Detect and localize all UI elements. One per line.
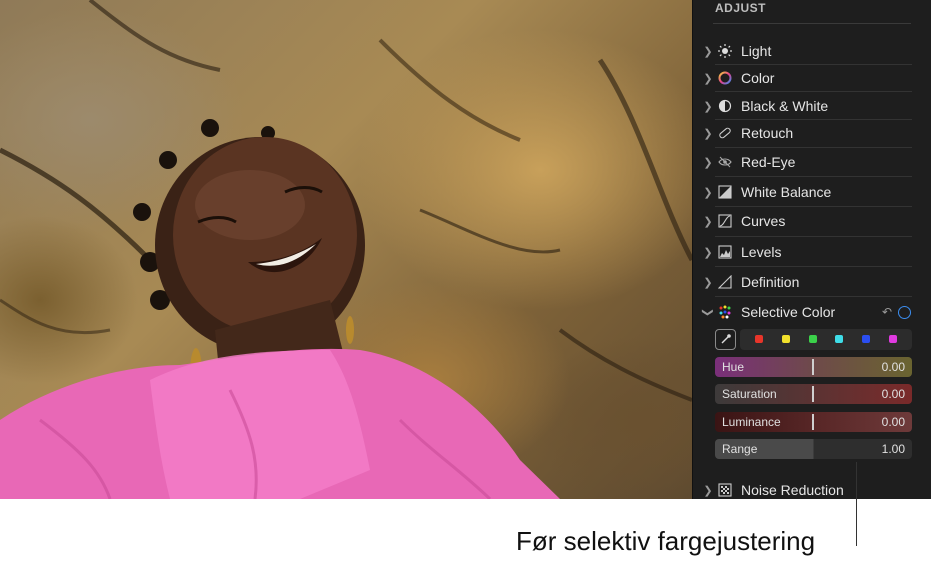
levels-icon <box>716 245 734 259</box>
undo-icon[interactable]: ↶ <box>882 305 892 319</box>
adjust-item-selective-color[interactable]: ❯ Selective Color <box>701 301 912 323</box>
range-slider[interactable]: Range 1.00 <box>715 439 912 459</box>
adjust-item-curves[interactable]: ❯ Curves <box>701 210 912 232</box>
slider-value: 0.00 <box>881 415 905 429</box>
adjust-panel: ADJUST ❯ Light ❯ Color ❯ Black & White ❯… <box>692 0 931 499</box>
half-circle-icon <box>716 99 734 113</box>
enable-toggle[interactable] <box>898 305 911 319</box>
adjust-item-retouch[interactable]: ❯ Retouch <box>701 122 912 144</box>
adjust-item-label: Levels <box>741 244 782 260</box>
adjust-item-label: Definition <box>741 274 800 290</box>
chevron-right-icon[interactable]: ❯ <box>701 127 715 140</box>
adjust-item-definition[interactable]: ❯ Definition <box>701 271 912 293</box>
bandage-icon <box>716 126 734 140</box>
chevron-down-icon[interactable]: ❯ <box>702 305 715 319</box>
eye-icon <box>716 155 734 169</box>
adjust-item-label: Noise Reduction <box>741 482 844 498</box>
callout-line <box>856 462 857 546</box>
adjust-item-label: Curves <box>741 213 786 229</box>
chevron-right-icon[interactable]: ❯ <box>701 72 715 85</box>
eyedropper-icon[interactable] <box>715 328 736 350</box>
divider <box>715 296 912 297</box>
slider-label: Hue <box>722 360 745 374</box>
swatch-blue[interactable] <box>861 335 870 343</box>
adjust-item-levels[interactable]: ❯ Levels <box>701 241 912 263</box>
divider <box>715 236 912 237</box>
chevron-right-icon[interactable]: ❯ <box>701 100 715 113</box>
saturation-slider[interactable]: Saturation 0.00 <box>715 384 912 404</box>
color-wheel-icon <box>716 71 734 85</box>
swatch-green[interactable] <box>808 335 817 343</box>
slider-handle[interactable] <box>812 414 814 430</box>
color-swatch-bar <box>715 328 912 350</box>
chevron-right-icon[interactable]: ❯ <box>701 246 715 259</box>
slider-value: 1.00 <box>881 442 905 456</box>
adjust-item-label: White Balance <box>741 184 832 200</box>
divider <box>715 64 912 65</box>
photo-canvas <box>0 0 692 499</box>
divider <box>715 147 912 148</box>
chevron-right-icon[interactable]: ❯ <box>701 186 715 199</box>
callout-caption: Før selektiv fargejustering <box>516 526 816 556</box>
adjust-item-label: Red-Eye <box>741 154 796 170</box>
noise-icon <box>716 483 734 497</box>
slider-handle[interactable] <box>812 359 814 375</box>
chevron-right-icon[interactable]: ❯ <box>701 156 715 169</box>
slider-label: Luminance <box>722 415 781 429</box>
sun-icon <box>716 44 734 58</box>
chevron-right-icon[interactable]: ❯ <box>701 276 715 289</box>
chevron-right-icon[interactable]: ❯ <box>701 215 715 228</box>
slider-value: 0.00 <box>881 360 905 374</box>
divider <box>715 119 912 120</box>
slider-label: Range <box>722 442 758 456</box>
adjust-item-label: Retouch <box>741 125 794 141</box>
divider <box>715 206 912 207</box>
adjust-item-label: Selective Color <box>741 304 836 320</box>
adjust-item-black-white[interactable]: ❯ Black & White <box>701 95 912 117</box>
white-balance-icon <box>716 185 734 199</box>
adjust-item-color[interactable]: ❯ Color <box>701 67 912 89</box>
luminance-slider[interactable]: Luminance 0.00 <box>715 412 912 432</box>
curves-icon <box>716 214 734 228</box>
selective-color-controls: ↶ <box>882 305 911 319</box>
divider <box>715 266 912 267</box>
chevron-right-icon[interactable]: ❯ <box>701 45 715 58</box>
adjust-item-label: Light <box>741 43 772 59</box>
chevron-right-icon[interactable]: ❯ <box>701 484 715 497</box>
adjust-item-white-balance[interactable]: ❯ White Balance <box>701 181 912 203</box>
divider <box>715 176 912 177</box>
swatch-list <box>740 328 912 350</box>
adjust-item-label: Black & White <box>741 98 829 114</box>
slider-handle[interactable] <box>812 386 814 402</box>
swatch-yellow[interactable] <box>781 335 790 343</box>
adjust-item-noise-reduction[interactable]: ❯ Noise Reduction <box>701 479 912 499</box>
swatch-red[interactable] <box>755 335 764 343</box>
slider-label: Saturation <box>722 387 777 401</box>
swatch-cyan[interactable] <box>835 335 844 343</box>
adjust-item-red-eye[interactable]: ❯ Red-Eye <box>701 151 912 173</box>
dots-icon <box>716 305 734 319</box>
photo-illustration <box>0 0 692 499</box>
hue-slider[interactable]: Hue 0.00 <box>715 357 912 377</box>
adjust-item-light[interactable]: ❯ Light <box>701 40 912 62</box>
divider <box>715 91 912 92</box>
triangle-icon <box>716 275 734 289</box>
adjust-item-label: Color <box>741 70 775 86</box>
swatch-magenta[interactable] <box>888 335 897 343</box>
divider <box>713 23 911 24</box>
panel-title: ADJUST <box>715 1 767 15</box>
slider-value: 0.00 <box>881 387 905 401</box>
